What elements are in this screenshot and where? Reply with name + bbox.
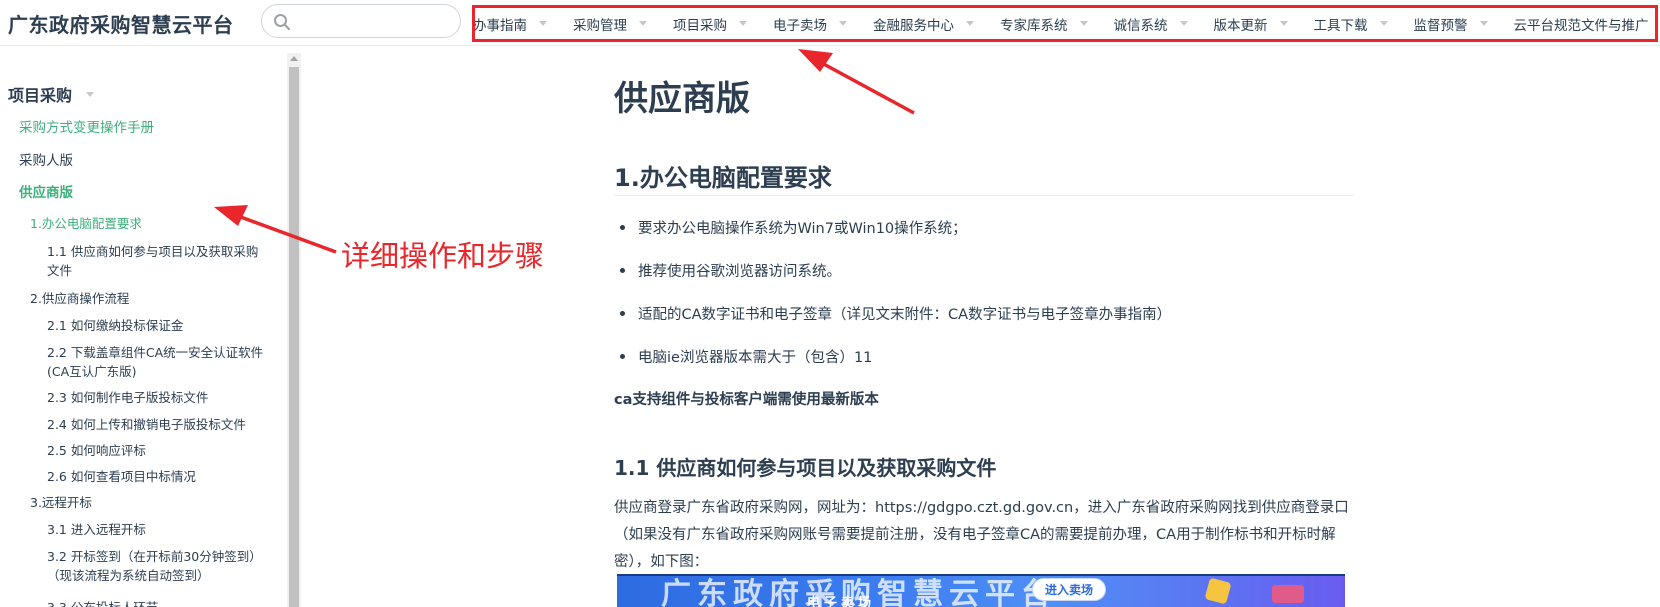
chevron-down-icon (539, 21, 547, 26)
page-title: 供应商版 (614, 79, 750, 119)
list-item-text: 电脑ie浏览器版本需大于（包含）11 (638, 350, 873, 366)
sidebar-item-sign-in[interactable]: 3.2 开标签到（在开标前30分钟签到）（现该流程为系统自动签到） (47, 547, 267, 585)
nav-item-label: 监督预警 (1413, 17, 1468, 34)
sidebar-item-make-bid[interactable]: 2.3 如何制作电子版投标文件 (47, 388, 208, 407)
annotation-label: 详细操作和步骤 (341, 239, 545, 273)
sidebar-item-announce-bidders[interactable]: 3.3 公布投标人环节 (47, 598, 158, 607)
sidebar-item-respond[interactable]: 2.5 如何响应评标 (47, 441, 146, 460)
arrow-to-nav-icon (798, 49, 915, 115)
top-navbar: 广东政府采购智慧云平台 办事指南 采购管理 项目采购 电子卖场 金融服务中心 专… (0, 0, 1660, 46)
sidebar-item-enter-remote[interactable]: 3.1 进入远程开标 (47, 520, 146, 539)
sidebar-item-purchaser[interactable]: 采购人版 (19, 152, 73, 171)
banner-subtitle: 电子卖场 (807, 596, 876, 607)
search-input[interactable] (261, 4, 461, 38)
enter-mall-button: 进入卖场 (1032, 578, 1107, 601)
sidebar-item-join-project[interactable]: 1.1 供应商如何参与项目以及获取采购文件 (47, 242, 267, 280)
emall-banner-image: 广东政府采购智慧云平台 进入卖场 电子卖场 (617, 574, 1345, 607)
nav-item-experts[interactable]: 专家库系统 (1000, 14, 1088, 34)
sidebar-item-upload-bid[interactable]: 2.4 如何上传和撤销电子版投标文件 (47, 415, 246, 434)
heading-divider (614, 195, 1354, 196)
site-title[interactable]: 广东政府采购智慧云平台 (8, 9, 234, 38)
nav-item-procurement-mgmt[interactable]: 采购管理 (573, 14, 647, 34)
list-item: 电脑ie浏览器版本需大于（包含）11 (620, 346, 872, 367)
sidebar-title[interactable]: 项目采购 (8, 82, 95, 106)
sidebar-item-check-award[interactable]: 2.6 如何查看项目中标情况 (47, 467, 196, 486)
nav-item-label: 金融服务中心 (873, 17, 954, 34)
cart-icon (1272, 585, 1304, 603)
list-item: 适配的CA数字证书和电子签章（详见文末附件：CA数字证书与电子签章办事指南） (620, 303, 1171, 324)
sidebar-item-method-change-manual[interactable]: 采购方式变更操作手册 (19, 119, 154, 138)
nav-item-downloads[interactable]: 工具下载 (1314, 14, 1388, 34)
sidebar-item-remote-opening[interactable]: 3.远程开标 (30, 493, 92, 512)
sidebar-item-supplier-flow[interactable]: 2.供应商操作流程 (30, 289, 129, 308)
nav-item-label: 电子卖场 (773, 17, 827, 34)
sidebar-item-download-ca[interactable]: 2.2 下载盖章组件CA统一安全认证软件(CA互认广东版) (47, 343, 272, 381)
bullet-dot-icon (620, 354, 625, 359)
sidebar-item-deposit[interactable]: 2.1 如何缴纳投标保证金 (47, 316, 183, 335)
chevron-down-icon (1079, 21, 1088, 26)
nav-item-finance[interactable]: 金融服务中心 (873, 14, 974, 34)
sidebar: 项目采购 采购方式变更操作手册 采购人版 供应商版 1.办公电脑配置要求 1.1… (0, 47, 286, 607)
sidebar-item-supplier[interactable]: 供应商版 (19, 184, 73, 203)
nav-item-supervision[interactable]: 监督预警 (1414, 14, 1488, 34)
chevron-down-icon (1479, 21, 1488, 26)
nav-item-emall[interactable]: 电子卖场 (773, 14, 847, 34)
subsection-heading: 1.1 供应商如何参与项目以及获取采购文件 (614, 456, 997, 480)
list-item-text: 要求办公电脑操作系统为Win7或Win10操作系统； (638, 221, 967, 237)
list-item: 推荐使用谷歌浏览器访问系统。 (620, 260, 841, 281)
nav-item-label: 云平台规范文件与推广 (1513, 17, 1649, 34)
nav-item-label: 专家库系统 (1000, 17, 1068, 34)
nav-item-label: 工具下载 (1313, 17, 1368, 34)
scrollbar-thumb[interactable] (289, 67, 299, 607)
sidebar-title-label: 项目采购 (8, 86, 73, 105)
ca-version-note: ca支持组件与投标客户端需使用最新版本 (614, 392, 879, 408)
main-nav: 办事指南 采购管理 项目采购 电子卖场 金融服务中心 专家库系统 诚信系统 版本… (472, 5, 1658, 42)
nav-item-label: 采购管理 (573, 17, 627, 34)
bullet-dot-icon (620, 311, 625, 316)
instruction-paragraph: 供应商登录广东省政府采购网，网址为：https://gdgpo.czt.gd.g… (614, 500, 1349, 570)
list-item-text: 适配的CA数字证书和电子签章（详见文末附件：CA数字证书与电子签章办事指南） (638, 307, 1172, 323)
nav-item-project-procurement[interactable]: 项目采购 (673, 14, 747, 34)
bullet-dot-icon (620, 225, 625, 230)
sidebar-item-pc-requirements[interactable]: 1.办公电脑配置要求 (30, 214, 142, 233)
nav-item-credit[interactable]: 诚信系统 (1114, 14, 1188, 34)
nav-item-label: 诚信系统 (1113, 17, 1168, 34)
nav-item-label: 办事指南 (473, 17, 527, 34)
list-item-text: 推荐使用谷歌浏览器访问系统。 (638, 264, 841, 280)
nav-item-updates[interactable]: 版本更新 (1214, 14, 1288, 34)
shopping-bag-icon (1204, 577, 1232, 605)
list-item: 要求办公电脑操作系统为Win7或Win10操作系统； (620, 217, 967, 238)
section-heading: 1.办公电脑配置要求 (614, 164, 832, 192)
chevron-down-icon (1279, 21, 1288, 26)
chevron-down-icon (966, 21, 974, 26)
search-icon (274, 14, 291, 31)
bullet-dot-icon (620, 268, 625, 273)
nav-item-docs[interactable]: 云平台规范文件与推广 (1514, 14, 1649, 34)
chevron-down-icon (1379, 21, 1388, 26)
sidebar-scrollbar[interactable] (287, 53, 301, 607)
scroll-up-arrow-icon[interactable] (290, 56, 298, 61)
chevron-down-icon (86, 91, 95, 97)
nav-item-label: 版本更新 (1213, 17, 1268, 34)
chevron-down-icon (1179, 21, 1188, 26)
chevron-down-icon (739, 21, 747, 26)
nav-item-label: 项目采购 (673, 17, 727, 34)
chevron-down-icon (639, 21, 647, 26)
nav-item-guide[interactable]: 办事指南 (473, 14, 547, 34)
chevron-down-icon (839, 21, 847, 26)
